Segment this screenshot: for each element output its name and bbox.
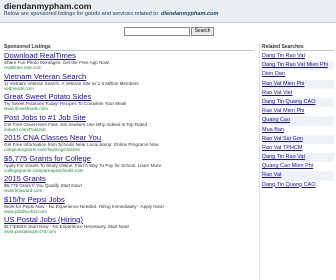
search-input[interactable] (124, 27, 190, 36)
related-search-link[interactable]: Dien Dan (262, 70, 334, 79)
related-search-link[interactable]: Rao Vat Viet (262, 89, 334, 98)
listing: Great Sweet Potato Sides Try Sweet Potat… (4, 93, 256, 114)
listing-url[interactable]: www.postalexam475.com (4, 229, 256, 234)
related-search-link[interactable]: Dang Tin Rao Vat Mien Phi (262, 61, 334, 71)
related-divider (262, 50, 334, 51)
listing-title-link[interactable]: Vietnam Veteran Search (4, 73, 256, 81)
listing-title-link[interactable]: 2015 Grants (4, 175, 256, 183)
listing-url[interactable]: indeed.com/PostJob (4, 127, 256, 132)
listing-title-link[interactable]: US Postal Jobs (Hiring) (4, 216, 256, 224)
listing: 2015 Grants $5,775 Grant If You Qualify … (4, 175, 256, 196)
listing: Vietnam Veteran Search 1) Vietnam Vetera… (4, 73, 256, 94)
listing-url[interactable]: vettriends.com (4, 86, 256, 91)
related-searches: Related Searches Dang Tin Rao Vat Dang T… (262, 44, 334, 190)
related-search-link[interactable]: Rao Vat Mien Phi (262, 107, 334, 116)
related-search-link[interactable]: Dang Tin Rao Vat (262, 153, 334, 163)
listing-url[interactable]: www.jobsbucket.com (4, 209, 256, 214)
listing: US Postal Jobs (Hiring) $17-$45/Hr Start… (4, 216, 256, 237)
tagline-text: Below are sponsored listings for goods a… (4, 11, 160, 17)
listing: Post Jobs to #1 Job Site Get Free Great … (4, 114, 256, 135)
related-search-link[interactable]: Dang Tin Quang CAO (262, 97, 334, 108)
listing: $5,775 Grants for College Apply For Gran… (4, 155, 256, 176)
listing: $15/hr Pepsi Jobs Work for Pepsi Now - N… (4, 196, 256, 217)
related-search-link[interactable]: Rao Vat (262, 171, 334, 181)
listing-title-link[interactable]: Post Jobs to #1 Job Site (4, 114, 256, 122)
sponsored-listings: Download RealTimes Share Fun Photo Monta… (4, 52, 256, 237)
tagline: Below are sponsored listings for goods a… (4, 11, 219, 17)
related-search-link[interactable]: Rao Vat Sai Gon (262, 134, 334, 144)
sponsored-divider (4, 50, 254, 51)
listing: Download RealTimes Share Fun Photo Monta… (4, 52, 256, 73)
site-header: diendanmypham.com Below are sponsored li… (0, 0, 336, 23)
listing-url[interactable]: campusexplorer.com/NursingClasses (4, 147, 256, 152)
related-search-link[interactable]: Dang Tin Rao Vat (262, 52, 334, 61)
related-search-link[interactable]: Rao Vat Mien Phi (262, 79, 334, 89)
related-search-link[interactable]: Quang Cao Mien Phi (262, 162, 334, 171)
listing-url[interactable]: www.finaward.com (4, 188, 256, 193)
listing-title-link[interactable]: 2015 CNA Classes Near You (4, 134, 256, 142)
listing-title-link[interactable]: $15/hr Pepsi Jobs (4, 196, 256, 204)
tagline-domain: diendanmypham.com (161, 11, 219, 17)
search-button[interactable]: Search (191, 27, 214, 36)
related-search-link[interactable]: Dang Tin Quang CAO (262, 181, 334, 190)
listing: 2015 CNA Classes Near You Get Free Infor… (4, 134, 256, 155)
listing-title-link[interactable]: Download RealTimes (4, 52, 256, 60)
related-search-link[interactable]: Rao Vat TPHCM (262, 144, 334, 153)
listing-title-link[interactable]: $5,775 Grants for College (4, 155, 256, 163)
related-search-link[interactable]: Quang Cao (262, 116, 334, 126)
column-divider (259, 44, 260, 280)
related-search-link[interactable]: Mua Ban (262, 126, 334, 135)
listing-url[interactable]: www.ilovesfoods.com (4, 106, 256, 111)
listing-title-link[interactable]: Great Sweet Potato Sides (4, 93, 256, 101)
site-title: diendanmypham.com (4, 1, 92, 11)
listing-url[interactable]: collegegrants.compareapsschools.com (4, 168, 256, 173)
listing-url[interactable]: realtimes.real.com (4, 65, 256, 70)
